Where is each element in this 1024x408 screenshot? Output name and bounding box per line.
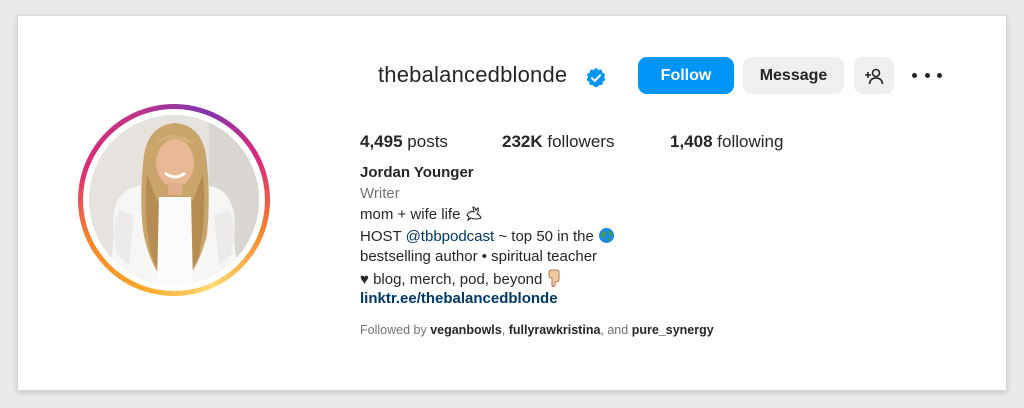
followed-by[interactable]: Followed by veganbowls, fullyrawkristina… — [360, 323, 714, 337]
verified-badge-icon — [586, 67, 606, 88]
bio-line-1: mom + wife life — [360, 206, 483, 223]
bio-line-4: ♥ blog, merch, pod, beyond — [360, 269, 561, 288]
bio-line-2: HOST @tbbpodcast ~ top 50 in the — [360, 227, 615, 245]
full-name: Jordan Younger — [360, 164, 474, 181]
suggest-accounts-button[interactable] — [854, 57, 894, 94]
follow-button[interactable]: Follow — [638, 57, 734, 94]
profile-header: thebalancedblonde Follow Message 4,495 p… — [18, 16, 1006, 390]
mutual-follower[interactable]: pure_synergy — [632, 323, 714, 337]
avatar[interactable] — [89, 115, 259, 285]
following-stat[interactable]: 1,408 following — [670, 132, 783, 152]
mutual-follower[interactable]: veganbowls — [430, 323, 502, 337]
podcast-mention-link[interactable]: @tbbpodcast — [406, 228, 495, 245]
followers-stat[interactable]: 232K followers — [502, 132, 614, 152]
person-add-icon — [865, 68, 884, 84]
pointing-down-icon — [548, 269, 560, 287]
bio-link[interactable]: linktr.ee/thebalancedblonde — [360, 290, 558, 307]
mutual-follower[interactable]: fullyrawkristina — [509, 323, 601, 337]
dove-icon — [465, 206, 482, 222]
username: thebalancedblonde — [378, 62, 568, 87]
bio-line-3: bestselling author • spiritual teacher — [360, 248, 598, 265]
more-options-button[interactable] — [912, 64, 942, 86]
ellipsis-icon — [912, 72, 917, 78]
avatar-photo — [89, 115, 259, 285]
story-ring[interactable] — [78, 104, 270, 296]
posts-stat: 4,495 posts — [360, 132, 448, 151]
message-button[interactable]: Message — [743, 57, 844, 94]
globe-icon — [599, 228, 615, 243]
category-label: Writer — [360, 185, 400, 202]
